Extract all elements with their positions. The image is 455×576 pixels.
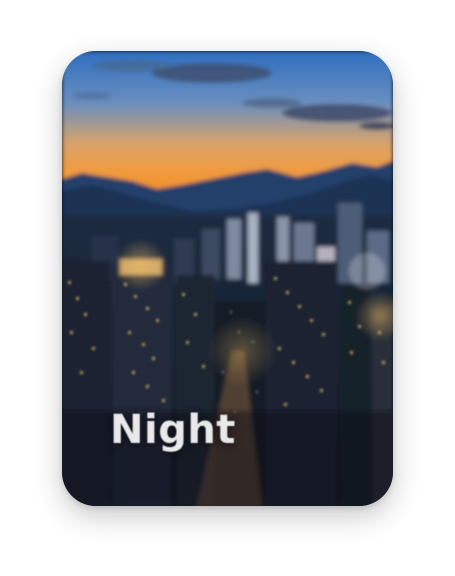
card-title: Night (110, 407, 236, 453)
night-wallpaper-card[interactable]: Night (62, 51, 393, 506)
screen: Night (0, 0, 455, 576)
